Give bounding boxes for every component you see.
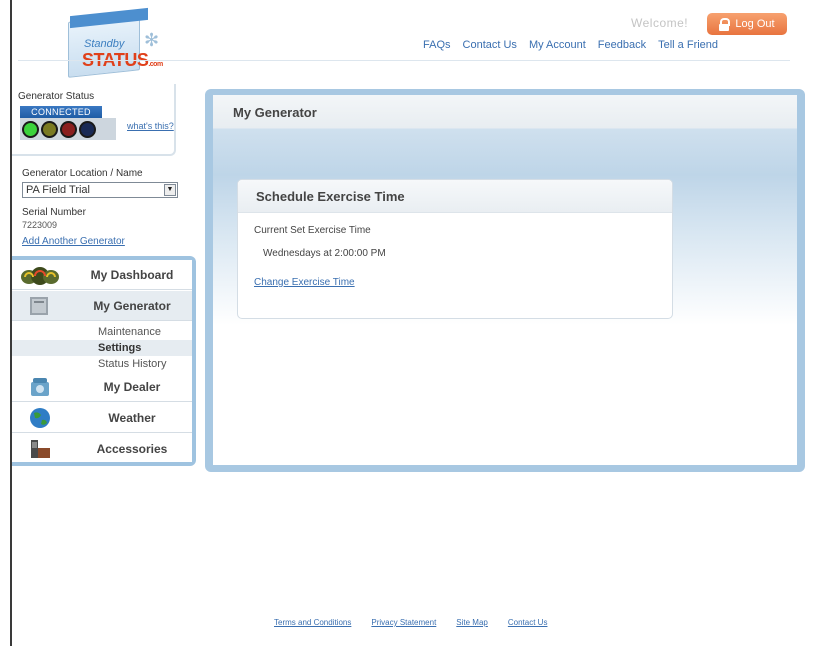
connection-status-badge: CONNECTED xyxy=(20,106,102,118)
generator-status-panel: Generator Status CONNECTED what's this? xyxy=(12,84,176,156)
footer-links: Terms and Conditions Privacy Statement S… xyxy=(274,618,547,627)
generator-location-value: PA Field Trial xyxy=(26,184,90,196)
serial-number-label: Serial Number xyxy=(22,207,86,218)
generator-location-label: Generator Location / Name xyxy=(22,168,143,179)
change-exercise-time-link[interactable]: Change Exercise Time xyxy=(254,277,355,288)
current-exercise-label: Current Set Exercise Time xyxy=(254,225,371,236)
top-nav: FAQs Contact Us My Account Feedback Tell… xyxy=(423,39,718,51)
sidebar-item-my-generator[interactable]: My Generator xyxy=(12,291,192,321)
sidebar-item-my-dashboard[interactable]: My Dashboard xyxy=(12,260,192,290)
card-title: Schedule Exercise Time xyxy=(256,189,405,204)
status-light-green-icon xyxy=(22,120,39,138)
current-exercise-value: Wednesdays at 2:00:00 PM xyxy=(263,248,386,259)
sidebar-item-label: Accessories xyxy=(96,442,168,456)
footer-link-terms[interactable]: Terms and Conditions xyxy=(274,618,351,627)
add-generator-link[interactable]: Add Another Generator xyxy=(22,236,125,247)
schedule-exercise-card: Schedule Exercise Time Current Set Exerc… xyxy=(237,179,673,319)
page-title: My Generator xyxy=(233,105,317,120)
nav-link-faqs[interactable]: FAQs xyxy=(423,39,451,51)
serial-number-value: 7223009 xyxy=(22,220,58,230)
main-panel: My Generator Schedule Exercise Time Curr… xyxy=(205,89,805,472)
sidebar-item-accessories[interactable]: Accessories xyxy=(12,434,192,464)
generator-location-select[interactable]: PA Field Trial ▼ xyxy=(22,182,178,198)
logout-label: Log Out xyxy=(735,18,775,30)
nav-link-tell-a-friend[interactable]: Tell a Friend xyxy=(658,39,718,51)
lock-icon xyxy=(719,18,731,31)
sidebar-item-label: Weather xyxy=(108,411,156,425)
nav-link-feedback[interactable]: Feedback xyxy=(598,39,646,51)
sidebar-item-weather[interactable]: Weather xyxy=(12,403,192,433)
sidebar-subitem-maintenance[interactable]: Maintenance xyxy=(98,326,161,338)
sidebar-nav: My Dashboard My Generator Maintenance Se… xyxy=(12,256,196,466)
sidebar-item-label: My Dealer xyxy=(103,380,161,394)
standby-status-logo[interactable]: Standby STATUS.com ✻ xyxy=(68,7,163,78)
sidebar-item-my-dealer[interactable]: My Dealer xyxy=(12,372,192,402)
sidebar-item-label: My Generator xyxy=(93,299,171,313)
nav-link-my-account[interactable]: My Account xyxy=(529,39,586,51)
sidebar-subitem-settings[interactable]: Settings xyxy=(98,342,141,354)
footer-link-site-map[interactable]: Site Map xyxy=(456,618,488,627)
main-panel-inner: My Generator Schedule Exercise Time Curr… xyxy=(213,95,797,465)
whats-this-link[interactable]: what's this? xyxy=(127,121,174,131)
footer-link-contact-us[interactable]: Contact Us xyxy=(508,618,548,627)
footer-link-privacy[interactable]: Privacy Statement xyxy=(371,618,436,627)
snowflake-icon: ✻ xyxy=(144,30,160,50)
status-light-red-icon xyxy=(60,120,77,138)
status-light-yellow-icon xyxy=(41,120,58,138)
welcome-text: Welcome! xyxy=(631,16,689,30)
sidebar-item-label: My Dashboard xyxy=(90,268,174,282)
sidebar-subitem-status-history[interactable]: Status History xyxy=(98,358,166,370)
logo-text-standby: Standby xyxy=(84,38,125,50)
header-divider xyxy=(18,60,790,61)
chevron-down-icon[interactable]: ▼ xyxy=(164,184,176,196)
status-light-blue-icon xyxy=(79,120,96,138)
nav-link-contact-us[interactable]: Contact Us xyxy=(463,39,517,51)
generator-status-label: Generator Status xyxy=(18,91,95,102)
status-lights xyxy=(20,118,116,140)
logout-button[interactable]: Log Out xyxy=(707,13,787,35)
